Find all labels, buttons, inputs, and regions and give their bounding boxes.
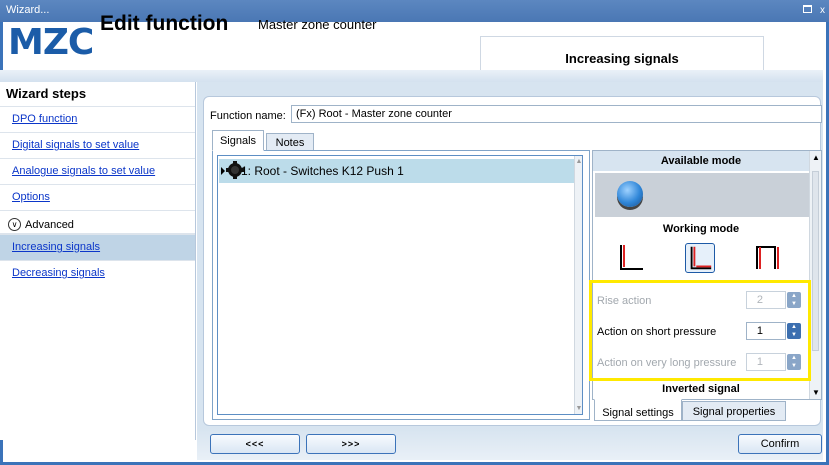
tab-signal-properties[interactable]: Signal properties bbox=[682, 401, 786, 421]
sidebar-item-options[interactable]: Options bbox=[0, 184, 195, 210]
both-edges-mode-icon[interactable] bbox=[753, 243, 781, 273]
sidebar-link[interactable]: Analogue signals to set value bbox=[12, 165, 155, 177]
expand-arrow-icon[interactable] bbox=[221, 167, 225, 175]
tab-signals[interactable]: Signals bbox=[212, 130, 264, 151]
function-name-input[interactable]: (Fx) Root - Master zone counter bbox=[291, 105, 822, 123]
available-mode-box bbox=[595, 173, 809, 217]
sidebar-item-increasing-signals[interactable]: Increasing signals bbox=[0, 234, 195, 260]
rising-edge-mode-icon[interactable] bbox=[617, 243, 645, 273]
sidebar-link[interactable]: Digital signals to set value bbox=[12, 139, 139, 151]
sidebar-item-analogue-signals[interactable]: Analogue signals to set value bbox=[0, 158, 195, 184]
signals-scrollbar[interactable]: ▲ ▼ bbox=[574, 156, 582, 414]
sidebar-advanced-label: Advanced bbox=[25, 218, 74, 231]
signal-row[interactable]: 1: Root - Switches K12 Push 1 bbox=[219, 159, 575, 183]
scroll-down-icon[interactable]: ▼ bbox=[810, 388, 822, 397]
sidebar-link[interactable]: Options bbox=[12, 191, 50, 203]
chevron-down-icon[interactable]: ∨ bbox=[8, 218, 21, 231]
sidebar-advanced-toggle[interactable]: ∨ Advanced bbox=[0, 210, 195, 234]
push-button-mode-icon[interactable] bbox=[617, 181, 643, 207]
confirm-button[interactable]: Confirm bbox=[738, 434, 822, 454]
inverted-signal-title: Inverted signal bbox=[662, 383, 740, 395]
header-band bbox=[0, 70, 823, 82]
app-logo: MZC bbox=[8, 22, 94, 63]
sidebar-link[interactable]: DPO function bbox=[12, 113, 77, 125]
sidebar-item-digital-signals[interactable]: Digital signals to set value bbox=[0, 132, 195, 158]
close-icon[interactable]: x bbox=[820, 5, 825, 16]
page-title: Edit function bbox=[100, 12, 229, 35]
scroll-up-icon[interactable]: ▲ bbox=[575, 158, 583, 165]
maximize-icon[interactable] bbox=[803, 5, 816, 16]
sidebar-link[interactable]: Increasing signals bbox=[12, 241, 100, 253]
highlight-box bbox=[589, 280, 811, 381]
window-title: Wizard... bbox=[6, 4, 50, 16]
function-name-label: Function name: bbox=[210, 110, 286, 122]
window-buttons: x bbox=[803, 5, 829, 16]
working-mode-title: Working mode bbox=[593, 219, 809, 239]
tab-signal-settings[interactable]: Signal settings bbox=[594, 399, 682, 421]
sidebar-item-dpo-function[interactable]: DPO function bbox=[0, 106, 195, 132]
section-tab-label: Increasing signals bbox=[565, 51, 679, 66]
signals-list-container: 1: Root - Switches K12 Push 1 ▲ ▼ bbox=[212, 150, 590, 420]
page-subtitle: Master zone counter bbox=[258, 17, 377, 32]
sidebar-item-decreasing-signals[interactable]: Decreasing signals bbox=[0, 260, 195, 286]
signal-label: 1: Root - Switches K12 Push 1 bbox=[241, 164, 404, 178]
scroll-up-icon[interactable]: ▲ bbox=[810, 153, 822, 162]
scrollbar-thumb[interactable] bbox=[812, 171, 819, 351]
wizard-steps-panel: Wizard steps DPO function Digital signal… bbox=[0, 82, 196, 440]
tab-notes[interactable]: Notes bbox=[266, 133, 314, 151]
available-mode-title: Available mode bbox=[593, 151, 809, 171]
previous-button[interactable]: <<< bbox=[210, 434, 300, 454]
next-button[interactable]: >>> bbox=[306, 434, 396, 454]
wizard-steps-title: Wizard steps bbox=[6, 86, 87, 101]
sidebar-link[interactable]: Decreasing signals bbox=[12, 267, 105, 279]
section-tab: Increasing signals bbox=[480, 36, 764, 70]
scroll-down-icon[interactable]: ▼ bbox=[575, 405, 583, 412]
signals-list: 1: Root - Switches K12 Push 1 ▲ ▼ bbox=[217, 155, 583, 415]
push-button-icon bbox=[226, 161, 244, 179]
falling-edge-mode-icon[interactable] bbox=[685, 243, 715, 273]
